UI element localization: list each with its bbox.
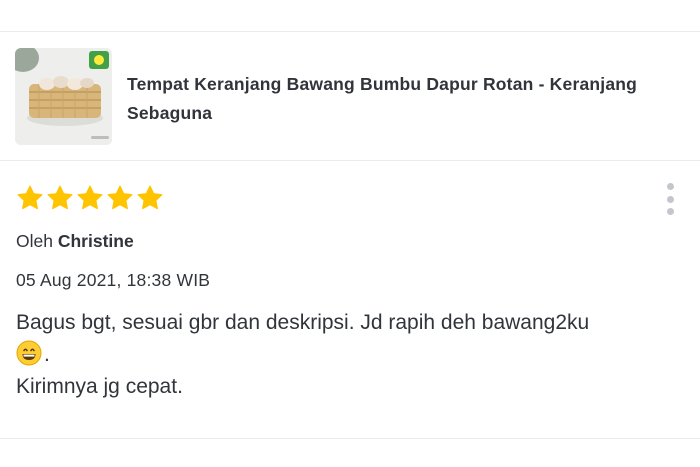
star-rating: [16, 184, 164, 212]
review-byline: Oleh Christine: [16, 231, 134, 252]
review-card: Oleh Christine 05 Aug 2021, 18:38 WIB Ba…: [0, 161, 700, 438]
grinning-face-emoji: [16, 340, 42, 366]
star-icon: [47, 185, 73, 210]
review-text-line: Bagus bgt, sesuai gbr dan deskripsi. Jd …: [16, 307, 686, 371]
review-text: Bagus bgt, sesuai gbr dan deskripsi. Jd …: [16, 307, 686, 403]
star-icon: [137, 185, 163, 210]
menu-dot: [666, 183, 674, 190]
product-summary[interactable]: Tempat Keranjang Bawang Bumbu Dapur Rota…: [0, 32, 700, 160]
kebab-menu-icon[interactable]: [660, 181, 680, 217]
top-strip: [0, 0, 700, 30]
rattan-basket-image: [15, 48, 112, 145]
product-name[interactable]: Tempat Keranjang Bawang Bumbu Dapur Rota…: [127, 70, 647, 128]
star-icon: [107, 185, 133, 210]
star-icon: [77, 185, 103, 210]
star-icon: [17, 185, 43, 210]
author-prefix: Oleh: [16, 231, 53, 251]
author-name: Christine: [57, 231, 134, 251]
product-thumbnail[interactable]: [15, 48, 112, 145]
menu-dot: [666, 208, 674, 215]
review-text-line1-end: .: [44, 343, 50, 366]
review-text-line1: Bagus bgt, sesuai gbr dan deskripsi. Jd …: [16, 311, 590, 334]
partial-icon: [16, 0, 42, 2]
review-text-line2: Kirimnya jg cepat.: [16, 375, 183, 398]
divider: [0, 438, 700, 439]
menu-dot: [666, 195, 674, 203]
review-date: 05 Aug 2021, 18:38 WIB: [16, 270, 211, 290]
